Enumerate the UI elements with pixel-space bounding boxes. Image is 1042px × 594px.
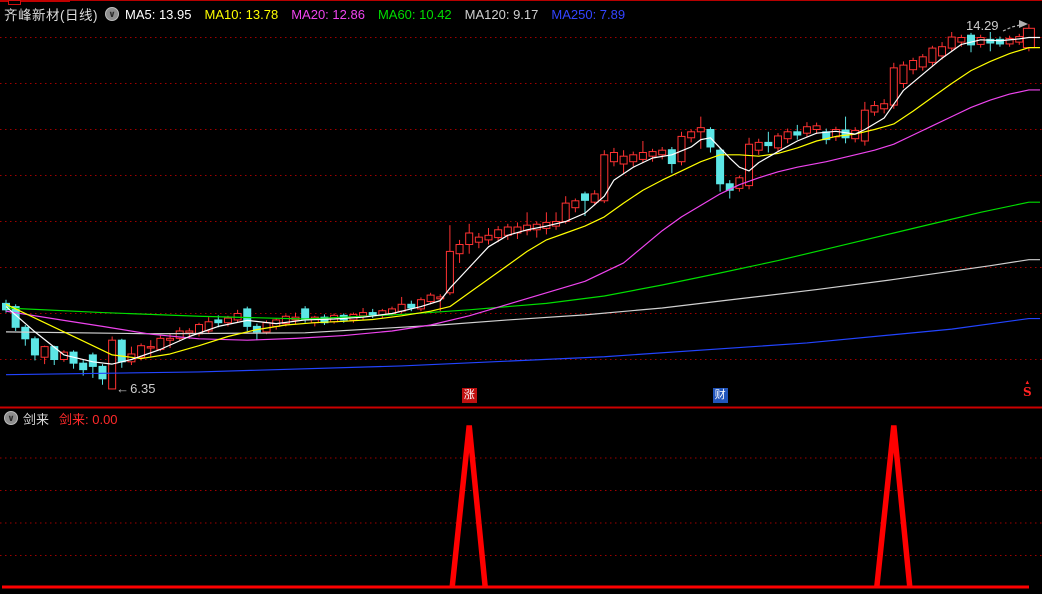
indicator-name: 剑来 <box>23 411 50 427</box>
indicator-value: 剑来: 0.00 <box>59 411 118 427</box>
arrow-left-icon: ← <box>116 381 130 397</box>
chevron-down-icon[interactable]: ∨ <box>4 411 18 425</box>
axis-badge[interactable]: 财 <box>712 388 728 403</box>
signal-marker-s: ▲ S <box>1023 380 1032 398</box>
low-price-text: 6.35 <box>130 381 156 397</box>
indicator-header: ∨ 剑来 剑来: 0.00 <box>4 409 118 427</box>
candlestick-chart[interactable] <box>0 0 1042 594</box>
tdx-chart-window: 齐峰新材(日线) ∨ MA5: 13.95 MA10: 13.78 MA20: 12… <box>0 0 1042 594</box>
ma-label: MA120: 9.17 <box>464 6 539 22</box>
chevron-down-icon[interactable]: ∨ <box>105 7 119 21</box>
main-chart-header: 齐峰新材(日线) ∨ MA5: 13.95 MA10: 13.78 MA20: 12… <box>4 3 638 25</box>
axis-badge[interactable]: 涨 <box>461 388 477 403</box>
ma-label: MA60: 10.42 <box>377 6 452 22</box>
ma-legend: MA5: 13.95 MA10: 13.78 MA20: 12.86 MA60: 10… <box>125 7 638 22</box>
signal-marker-text: S <box>1023 385 1032 399</box>
ma-label: MA20: 12.86 <box>291 6 365 22</box>
low-price-label: ←6.35 <box>116 381 155 396</box>
ma-label: MA250: 7.89 <box>551 6 626 22</box>
ma-label: MA5: 13.95 <box>125 6 192 22</box>
window-top-border <box>0 0 1042 1</box>
ma-label: MA10: 13.78 <box>204 6 279 22</box>
high-price-label: 14.29 <box>966 18 999 33</box>
stock-title: 齐峰新材(日线) <box>4 8 98 23</box>
high-price-text: 14.29 <box>966 18 999 34</box>
